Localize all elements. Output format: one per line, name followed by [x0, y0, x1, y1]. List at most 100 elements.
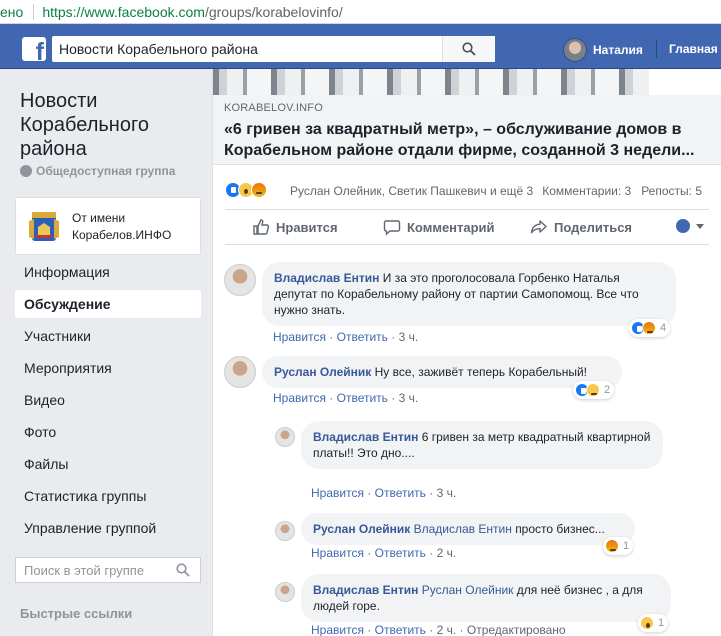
- like-label: Нравится: [276, 219, 338, 235]
- comment-button[interactable]: Комментарий: [383, 210, 495, 244]
- group-search[interactable]: [15, 557, 201, 583]
- comment-time[interactable]: 3 ч.: [399, 330, 419, 344]
- post-card: KORABELOV.INFO «6 гривен за квадратный м…: [212, 69, 721, 636]
- reaction-names[interactable]: Руслан Олейник, Светик Пашкевич и ещё 3: [290, 184, 533, 198]
- reply-meta: Нравится · Ответить · 2 ч. · Отредактиро…: [311, 623, 566, 636]
- reply-edited[interactable]: Отредактировано: [467, 623, 566, 636]
- thumbs-up-icon: [253, 219, 270, 235]
- group-search-input[interactable]: [16, 559, 166, 581]
- reply-reactions[interactable]: 1: [603, 537, 634, 555]
- reply-like-link[interactable]: Нравится: [311, 623, 364, 636]
- page-avatar-icon: [676, 219, 690, 233]
- comment-bubble: Владислав Ентин И за это проголосовала Г…: [262, 262, 676, 326]
- group-privacy: Общедоступная группа: [20, 164, 175, 178]
- reply-author[interactable]: Руслан Олейник: [313, 522, 410, 536]
- acting-as-label: От имени Корабелов.ИНФО: [72, 211, 172, 242]
- reply-meta: Нравится · Ответить · 3 ч.: [311, 486, 457, 500]
- reply-reactions[interactable]: 1: [638, 614, 669, 632]
- comment-like-link[interactable]: Нравится: [273, 330, 326, 344]
- search-button[interactable]: [442, 36, 495, 62]
- like-button[interactable]: Нравится: [252, 210, 338, 244]
- address-bar[interactable]: ено https://www.facebook.com/groups/kora…: [0, 0, 721, 24]
- quick-links-heading: Быстрые ссылки: [20, 606, 133, 621]
- group-privacy-label: Общедоступная группа: [36, 164, 176, 178]
- comment-time[interactable]: 3 ч.: [399, 391, 419, 405]
- reply-mention[interactable]: Владислав Ентин: [414, 522, 512, 536]
- audience-selector[interactable]: [676, 219, 704, 233]
- sidebar-item-videos[interactable]: Видео: [15, 386, 201, 414]
- chevron-down-icon: [696, 223, 704, 229]
- reply-text: просто бизнес...: [515, 522, 605, 536]
- reply-time[interactable]: 2 ч.: [437, 546, 457, 560]
- comment-icon: [383, 220, 401, 236]
- sidebar-item-photos[interactable]: Фото: [15, 418, 201, 446]
- avatar[interactable]: [275, 427, 295, 447]
- reply-bubble: Владислав Ентин 6 гривен за метр квадрат…: [301, 421, 663, 469]
- url-path: /groups/korabelovinfo/: [204, 3, 343, 20]
- comment-reactions[interactable]: 2: [573, 381, 615, 399]
- reply-author[interactable]: Владислав Ентин: [313, 583, 418, 597]
- link-domain: KORABELOV.INFO: [224, 102, 323, 114]
- reply-like-link[interactable]: Нравится: [311, 546, 364, 560]
- search-icon: [462, 42, 476, 56]
- shares-count[interactable]: Репосты: 5: [641, 184, 702, 198]
- sidebar-item-group-insights[interactable]: Статистика группы: [15, 482, 201, 510]
- reply-time[interactable]: 3 ч.: [437, 486, 457, 500]
- reply-bubble: Руслан Олейник Владислав Ентин просто би…: [301, 513, 635, 545]
- reply-reply-link[interactable]: Ответить: [375, 623, 426, 636]
- link-preview-image[interactable]: [213, 69, 721, 95]
- secure-label: ено: [0, 3, 24, 20]
- comment-author[interactable]: Владислав Ентин: [274, 271, 379, 285]
- sidebar-item-manage-group[interactable]: Управление группой: [15, 514, 201, 542]
- globe-icon: [20, 165, 32, 177]
- reaction-count: 2: [604, 384, 611, 396]
- link-title-text: «6 гривен за квадратный метр», – обслужи…: [224, 121, 695, 159]
- angry-reaction-icon: [605, 539, 619, 553]
- comment-meta: Нравится · Ответить · 3 ч.: [273, 330, 419, 344]
- facebook-header: f Наталия Главная: [0, 24, 721, 69]
- comment-like-link[interactable]: Нравится: [273, 391, 326, 405]
- url-text[interactable]: https://www.facebook.com/groups/korabelo…: [42, 4, 342, 20]
- home-link[interactable]: Главная: [669, 42, 718, 56]
- reply-reply-link[interactable]: Ответить: [375, 486, 426, 500]
- profile-link[interactable]: Наталия: [563, 38, 643, 62]
- angry-reaction-icon: [642, 321, 656, 335]
- reply-like-link[interactable]: Нравится: [311, 486, 364, 500]
- comment-reply-link[interactable]: Ответить: [337, 391, 388, 405]
- acting-as-selector[interactable]: От имени Корабелов.ИНФО: [15, 197, 201, 255]
- sad-reaction-icon: [586, 383, 600, 397]
- reply-author[interactable]: Владислав Ентин: [313, 430, 418, 444]
- search-input[interactable]: [52, 37, 442, 61]
- comment-reactions[interactable]: 4: [629, 319, 671, 337]
- sidebar-item-events[interactable]: Мероприятия: [15, 354, 201, 382]
- reaction-count: 1: [623, 540, 630, 552]
- facebook-logo-icon[interactable]: f: [22, 37, 46, 61]
- comment-text: Ну все, заживёт теперь Корабельный!: [374, 365, 588, 379]
- link-preview[interactable]: KORABELOV.INFO «6 гривен за квадратный м…: [213, 95, 721, 165]
- reply-time[interactable]: 2 ч.: [437, 623, 457, 636]
- user-name: Наталия: [593, 43, 643, 57]
- comment-bubble: Руслан Олейник Ну все, заживёт теперь Ко…: [262, 356, 622, 388]
- reply-reply-link[interactable]: Ответить: [375, 546, 426, 560]
- reaction-count: 1: [658, 617, 665, 629]
- sidebar-item-discussion[interactable]: Обсуждение: [15, 290, 201, 318]
- avatar[interactable]: [224, 264, 256, 296]
- share-icon: [530, 220, 547, 234]
- avatar[interactable]: [224, 356, 256, 388]
- search-icon: [176, 563, 190, 577]
- avatar[interactable]: [275, 521, 295, 541]
- search-box[interactable]: [52, 36, 495, 62]
- address-separator: [33, 3, 35, 20]
- share-button[interactable]: Поделиться: [530, 210, 632, 244]
- avatar[interactable]: [275, 582, 295, 602]
- comment-reply-link[interactable]: Ответить: [337, 330, 388, 344]
- sidebar-item-info[interactable]: Информация: [15, 258, 201, 286]
- reaction-icons: [225, 182, 267, 198]
- group-title[interactable]: Новости Корабельного района: [20, 89, 200, 161]
- sidebar-item-files[interactable]: Файлы: [15, 450, 201, 478]
- sidebar-item-members[interactable]: Участники: [15, 322, 201, 350]
- comments-count[interactable]: Комментарии: 3: [542, 184, 631, 198]
- comment-author[interactable]: Руслан Олейник: [274, 365, 371, 379]
- reactions-summary[interactable]: Руслан Олейник, Светик Пашкевич и ещё 3 …: [213, 177, 721, 207]
- reply-mention[interactable]: Руслан Олейник: [422, 583, 514, 597]
